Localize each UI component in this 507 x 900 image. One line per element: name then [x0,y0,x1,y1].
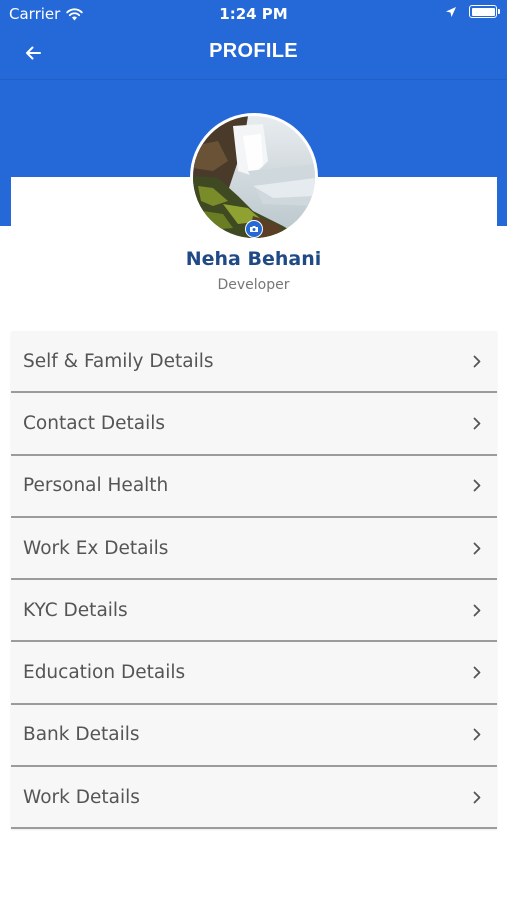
menu-item-kyc-details[interactable]: KYC Details [11,580,497,643]
status-bar: Carrier 1:24 PM [0,0,507,28]
menu-item-label: Bank Details [23,724,140,746]
menu-item-label: Work Details [23,786,140,808]
menu-item-label: Self & Family Details [23,350,214,372]
page-title: PROFILE [209,40,298,62]
menu-item-education-details[interactable]: Education Details [11,642,497,705]
chevron-right-icon [469,727,485,743]
menu-item-self-family-details[interactable]: Self & Family Details [11,331,497,394]
status-right [445,5,500,18]
chevron-right-icon [469,540,485,556]
clock: 1:24 PM [219,5,288,23]
user-name: Neha Behani [185,248,322,270]
chevron-right-icon [469,478,485,494]
battery-icon [469,5,500,18]
menu-item-label: Education Details [23,662,186,684]
profile-menu: Self & Family Details Contact Details Pe… [11,331,497,830]
location-arrow-icon [446,6,456,17]
menu-item-label: KYC Details [23,599,128,621]
chevron-right-icon [469,602,485,618]
camera-icon[interactable] [245,220,263,238]
menu-item-label: Contact Details [23,412,165,434]
menu-item-personal-health[interactable]: Personal Health [11,455,497,518]
menu-item-work-details[interactable]: Work Details [11,767,497,830]
navigation-bar: PROFILE [0,28,507,78]
menu-item-label: Work Ex Details [23,537,169,559]
chevron-right-icon [469,789,485,805]
menu-item-work-ex-details[interactable]: Work Ex Details [11,517,497,581]
chevron-right-icon [469,665,485,681]
nav-divider [0,79,507,80]
menu-item-label: Personal Health [23,475,169,497]
chevron-right-icon [469,353,485,369]
menu-item-bank-details[interactable]: Bank Details [11,704,497,768]
user-role: Developer [217,277,290,293]
menu-item-contact-details[interactable]: Contact Details [11,393,497,456]
chevron-right-icon [469,415,485,431]
